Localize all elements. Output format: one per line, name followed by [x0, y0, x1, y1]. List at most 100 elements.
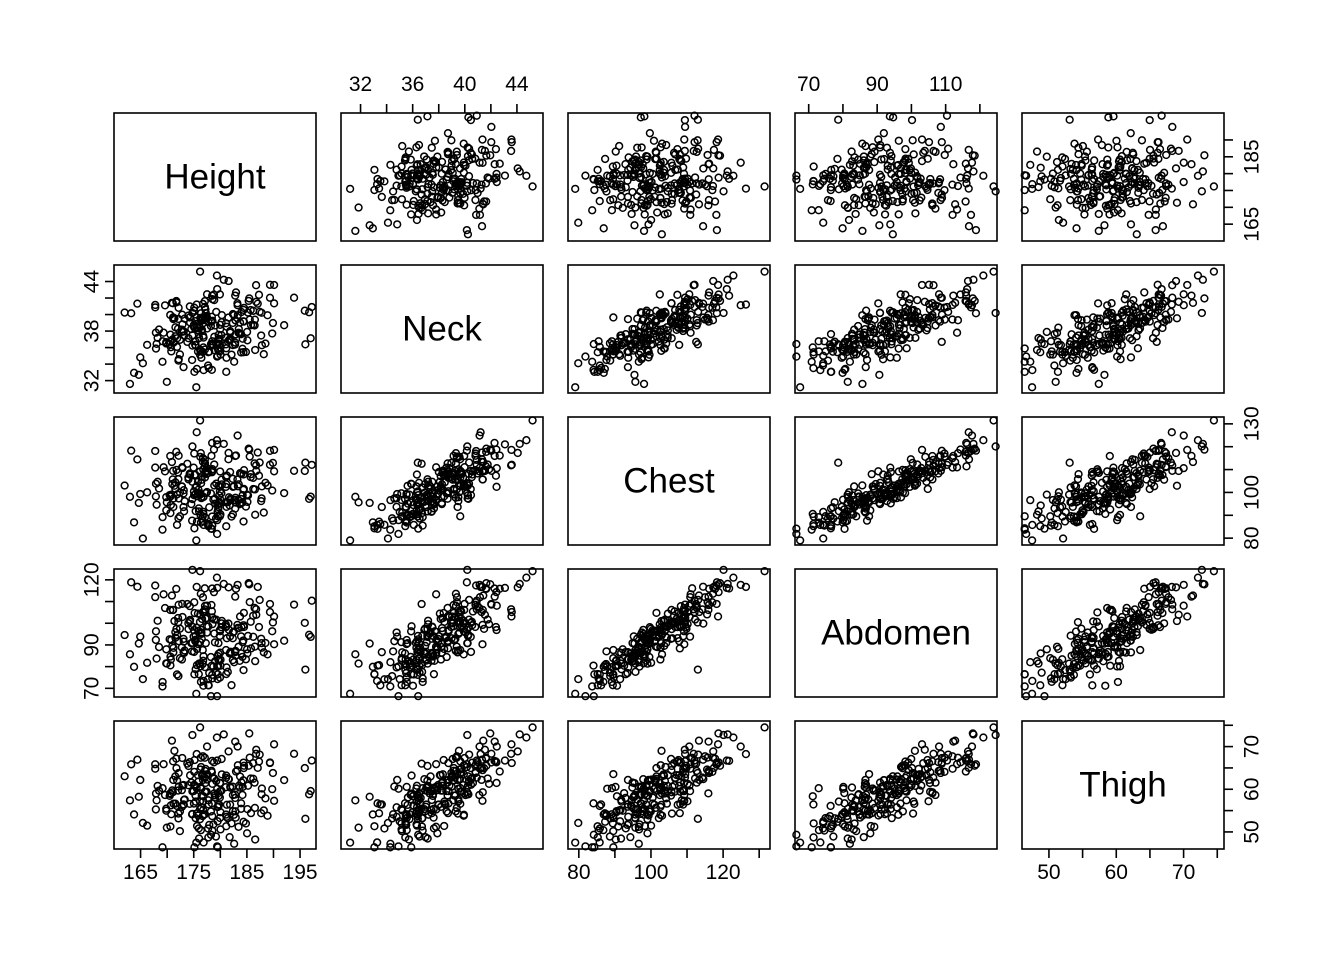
data-point [979, 271, 988, 280]
data-point [1158, 222, 1168, 231]
data-point [307, 596, 316, 605]
data-point [795, 383, 805, 392]
data-point [151, 635, 161, 645]
data-point [887, 814, 896, 823]
data-point [1088, 681, 1097, 690]
panel-thigh-height [113, 720, 317, 852]
data-point [300, 306, 309, 315]
data-point [383, 218, 393, 227]
data-point [289, 600, 299, 609]
data-point [251, 281, 261, 290]
scatterplot-matrix-canvas: HeightNeckChestAbdomenThigh165 175 185 1953… [81, 73, 1264, 884]
data-point [1179, 290, 1188, 299]
data-point [704, 175, 713, 184]
data-point [1051, 377, 1060, 387]
data-point [506, 749, 516, 758]
data-point [886, 220, 895, 229]
data-point [192, 536, 201, 545]
diagonal-variable-label: Chest [623, 461, 715, 500]
data-point [187, 355, 197, 365]
data-point [909, 182, 918, 191]
data-point [158, 513, 167, 522]
data-point [590, 185, 599, 195]
data-point [809, 800, 818, 809]
data-point [507, 445, 516, 455]
data-point [230, 357, 239, 366]
data-point [172, 584, 181, 594]
data-point [724, 291, 734, 300]
data-point [1132, 230, 1141, 239]
data-point [920, 146, 929, 156]
data-point [125, 650, 135, 659]
data-point [413, 115, 422, 124]
panel-abdomen-neck [340, 565, 544, 701]
data-point [507, 758, 516, 768]
data-point [301, 340, 310, 349]
data-point [345, 689, 355, 698]
data-point [129, 518, 139, 527]
data-point [142, 488, 152, 497]
data-point [838, 224, 847, 233]
data-point [966, 210, 976, 220]
data-point [301, 665, 310, 674]
data-point [574, 359, 583, 368]
data-point [760, 182, 769, 191]
data-point [492, 778, 501, 788]
data-point [195, 416, 205, 425]
data-point [202, 742, 212, 751]
data-point [1179, 431, 1188, 440]
data-point [1126, 129, 1135, 138]
data-point [129, 662, 139, 671]
data-point [961, 197, 970, 206]
data-point [847, 783, 857, 792]
data-point [1144, 592, 1153, 602]
data-point [160, 467, 170, 476]
data-point [850, 193, 859, 203]
data-point [269, 467, 279, 476]
data-point [133, 299, 142, 308]
data-point [571, 689, 580, 698]
panel-thigh-chest [567, 720, 771, 852]
data-point [1174, 297, 1183, 306]
data-point [1089, 313, 1098, 322]
data-point [917, 445, 927, 455]
data-point [170, 746, 179, 755]
data-point [423, 761, 432, 771]
data-point [1187, 160, 1196, 169]
data-point [923, 484, 932, 494]
data-point [239, 665, 248, 675]
data-point [1032, 147, 1042, 156]
data-point [1113, 677, 1123, 687]
data-point [1046, 195, 1055, 204]
data-point [1054, 644, 1063, 654]
panel-chest-chest: Chest [567, 416, 771, 546]
data-point [397, 195, 407, 204]
data-point [412, 470, 422, 479]
data-point [588, 206, 597, 215]
data-point [227, 681, 236, 690]
data-point [1036, 681, 1045, 690]
data-point [136, 489, 145, 499]
data-point [1140, 288, 1149, 297]
scatter-points [571, 723, 769, 852]
data-point [736, 158, 745, 167]
data-point [219, 439, 228, 449]
data-point [875, 370, 884, 379]
data-point [1042, 327, 1051, 337]
data-point [1183, 445, 1192, 455]
data-point [417, 599, 426, 609]
scatter-points [1020, 267, 1219, 392]
scatter-points [1020, 416, 1219, 545]
data-point [736, 742, 745, 751]
data-point [675, 809, 684, 818]
data-point [280, 488, 289, 498]
data-point [979, 436, 988, 445]
data-point [233, 431, 242, 440]
data-point [125, 796, 135, 805]
data-point [158, 525, 167, 534]
data-point [609, 769, 618, 779]
data-point [952, 328, 962, 337]
data-point [1027, 383, 1037, 392]
scatter-points [792, 723, 1000, 852]
data-point [694, 736, 704, 745]
